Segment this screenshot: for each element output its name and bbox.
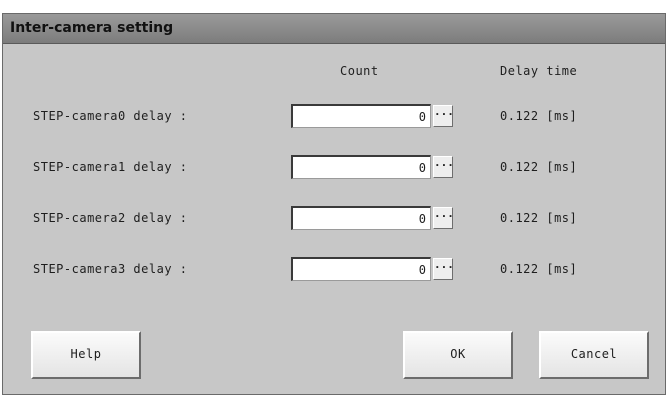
dialog-title: Inter-camera setting bbox=[10, 20, 174, 36]
step-camera3-count-input[interactable]: 0 bbox=[291, 257, 431, 281]
step-camera2-delay-label: STEP-camera2 delay : bbox=[33, 211, 188, 225]
step-camera1-delay-value: 0.122 [ms] bbox=[500, 160, 578, 174]
count-column-header: Count bbox=[340, 64, 379, 78]
ok-button[interactable]: OK bbox=[403, 331, 513, 379]
step-camera0-delay-label: STEP-camera0 delay : bbox=[33, 109, 188, 123]
step-camera2-delay-value: 0.122 [ms] bbox=[500, 211, 578, 225]
step-camera3-count-value: 0 bbox=[418, 263, 426, 277]
step-camera1-edit-button[interactable]: ··· bbox=[433, 156, 454, 178]
step-camera2-count-input[interactable]: 0 bbox=[291, 206, 431, 230]
step-camera0-count-value: 0 bbox=[418, 110, 426, 124]
step-camera1-count-value: 0 bbox=[418, 161, 426, 175]
step-camera2-count-value: 0 bbox=[418, 212, 426, 226]
step-camera0-delay-value: 0.122 [ms] bbox=[500, 109, 578, 123]
step-camera0-edit-button[interactable]: ··· bbox=[433, 105, 454, 127]
step-camera3-delay-value: 0.122 [ms] bbox=[500, 262, 578, 276]
step-camera1-count-input[interactable]: 0 bbox=[291, 155, 431, 179]
step-camera3-edit-button[interactable]: ··· bbox=[433, 258, 454, 280]
inter-camera-setting-dialog: Inter-camera setting Count Delay time ST… bbox=[2, 13, 666, 395]
step-camera3-delay-label: STEP-camera3 delay : bbox=[33, 262, 188, 276]
step-camera0-count-input[interactable]: 0 bbox=[291, 104, 431, 128]
delay-time-column-header: Delay time bbox=[500, 64, 578, 78]
cancel-button[interactable]: Cancel bbox=[539, 331, 649, 379]
help-button[interactable]: Help bbox=[31, 331, 141, 379]
title-bar: Inter-camera setting bbox=[3, 14, 665, 44]
step-camera1-delay-label: STEP-camera1 delay : bbox=[33, 160, 188, 174]
step-camera2-edit-button[interactable]: ··· bbox=[433, 207, 454, 229]
